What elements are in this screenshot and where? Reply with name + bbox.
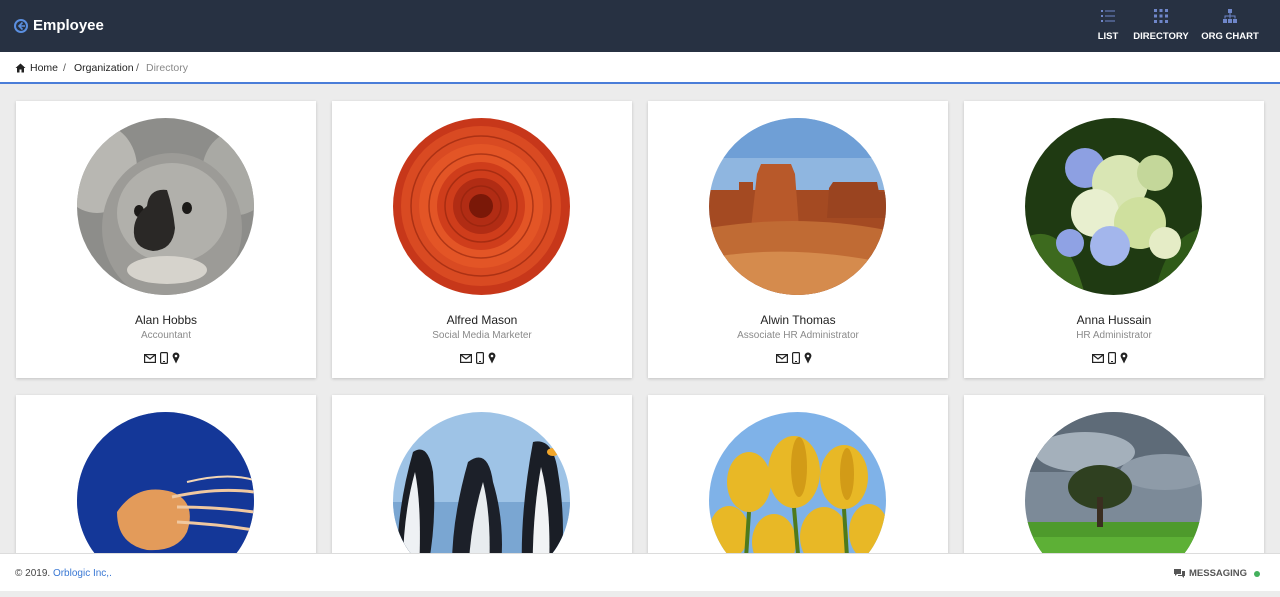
employee-card[interactable]: Alwin Thomas Associate HR Administrator <box>648 101 948 378</box>
list-icon <box>1101 10 1115 22</box>
employee-role: Social Media Marketer <box>432 330 532 341</box>
employee-role: HR Administrator <box>1076 330 1152 341</box>
mobile-icon[interactable] <box>1108 352 1116 364</box>
online-status-dot <box>1254 570 1261 577</box>
employee-photo-desert <box>709 118 886 295</box>
employee-card[interactable]: Anna Hussain HR Administrator <box>964 101 1264 378</box>
contact-icons <box>776 351 812 365</box>
app-title: Employee <box>33 17 104 34</box>
chat-icon <box>1174 569 1185 578</box>
contact-icons <box>144 351 180 365</box>
employee-photo-chrysanthemum <box>393 118 570 295</box>
employee-name[interactable]: Alfred Mason <box>332 313 632 327</box>
nav-list-label: LIST <box>1097 31 1119 42</box>
grid-icon <box>1154 9 1168 23</box>
mail-icon[interactable] <box>144 353 156 363</box>
employee-card[interactable] <box>332 395 632 565</box>
top-bar: Employee LIST DIRECTORY ORG CHART <box>0 0 1280 52</box>
location-icon[interactable] <box>804 352 812 364</box>
mail-icon[interactable] <box>776 353 788 363</box>
copyright-text: © 2019. <box>15 568 51 579</box>
mail-icon[interactable] <box>1092 353 1104 363</box>
employee-photo-hydrangeas <box>1025 118 1202 295</box>
employee-card[interactable] <box>648 395 948 565</box>
mobile-icon[interactable] <box>476 352 484 364</box>
org-chart-icon <box>1223 9 1237 23</box>
copyright: © 2019. Orblogic Inc,. <box>15 568 112 579</box>
employee-photo-penguins <box>393 412 570 565</box>
messaging-button[interactable]: MESSAGING <box>1174 568 1261 579</box>
employee-photo-tulips <box>709 412 886 565</box>
back-arrow-icon[interactable] <box>14 19 28 33</box>
home-icon[interactable] <box>15 63 26 73</box>
employee-name[interactable]: Alwin Thomas <box>648 313 948 327</box>
employee-photo-koala <box>77 118 254 295</box>
location-icon[interactable] <box>1120 352 1128 364</box>
nav-directory[interactable]: DIRECTORY <box>1133 9 1189 42</box>
nav-directory-label: DIRECTORY <box>1133 31 1189 42</box>
employee-name[interactable]: Anna Hussain <box>964 313 1264 327</box>
employee-name[interactable]: Alan Hobbs <box>16 313 316 327</box>
employee-card[interactable]: Alan Hobbs Accountant <box>16 101 316 378</box>
location-icon[interactable] <box>488 352 496 364</box>
employee-card[interactable] <box>964 395 1264 565</box>
contact-icons <box>460 351 496 365</box>
employee-role: Accountant <box>140 330 192 341</box>
nav-org-chart[interactable]: ORG CHART <box>1200 9 1260 42</box>
breadcrumb-separator: / <box>63 62 66 74</box>
breadcrumb-organization[interactable]: Organization <box>74 62 134 74</box>
nav-list[interactable]: LIST <box>1092 9 1124 42</box>
mobile-icon[interactable] <box>160 352 168 364</box>
employee-photo-tree <box>1025 412 1202 565</box>
breadcrumb-current: Directory <box>146 62 189 74</box>
company-link[interactable]: Orblogic Inc,. <box>53 568 112 579</box>
nav-org-chart-label: ORG CHART <box>1201 31 1259 42</box>
breadcrumb: Home / Organization / Directory <box>0 52 1280 84</box>
mobile-icon[interactable] <box>792 352 800 364</box>
employee-role: Associate HR Administrator <box>737 330 859 341</box>
employee-card[interactable] <box>16 395 316 565</box>
breadcrumb-separator: / <box>136 62 139 74</box>
breadcrumb-home[interactable]: Home <box>30 62 58 74</box>
footer: © 2019. Orblogic Inc,. MESSAGING <box>0 553 1280 591</box>
messaging-label: MESSAGING <box>1189 568 1248 579</box>
contact-icons <box>1092 351 1128 365</box>
location-icon[interactable] <box>172 352 180 364</box>
employee-card[interactable]: Alfred Mason Social Media Marketer <box>332 101 632 378</box>
employee-photo-jellyfish <box>77 412 254 565</box>
mail-icon[interactable] <box>460 353 472 363</box>
